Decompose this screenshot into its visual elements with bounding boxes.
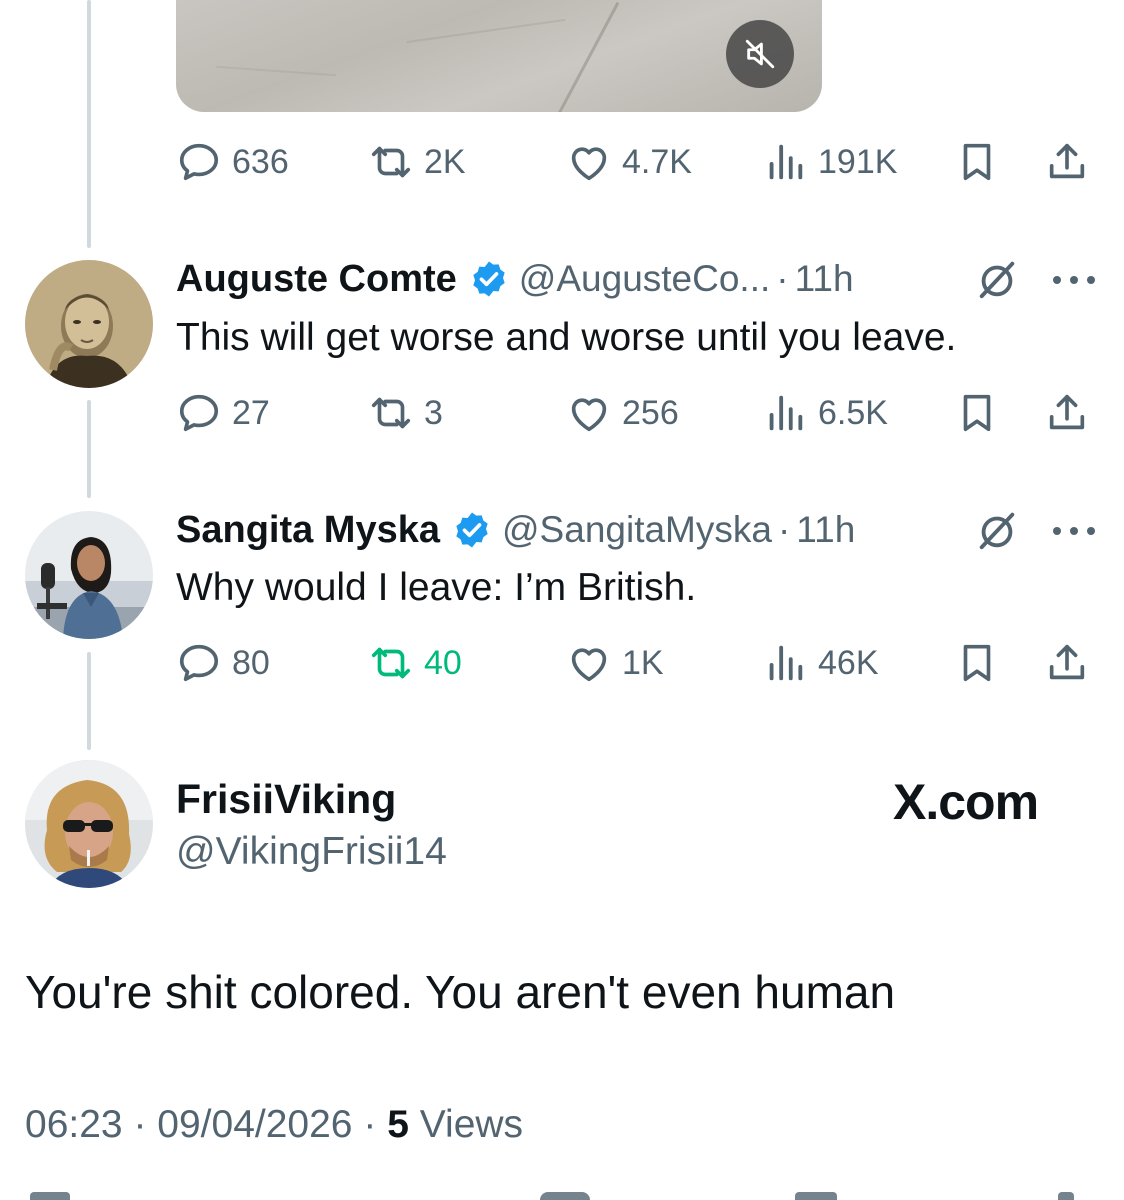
views-count: 46K (818, 643, 879, 682)
bookmark-icon (963, 394, 991, 432)
repost-icon (371, 397, 411, 429)
user-handle[interactable]: @AugusteCo... (519, 258, 770, 300)
tweet-actions: 636 2K 4.7K 191K (176, 137, 1092, 187)
avatar[interactable] (25, 511, 153, 639)
reply-button[interactable]: 636 (176, 137, 289, 187)
reply-count: 27 (232, 393, 270, 432)
repost-button[interactable]: 40 (368, 638, 462, 688)
display-name[interactable]: FrisiiViking (176, 776, 396, 823)
repost-count: 3 (424, 393, 443, 432)
grok-icon[interactable] (974, 256, 1020, 302)
like-icon (571, 398, 607, 432)
bookmark-icon (963, 143, 991, 181)
tweet-time[interactable]: 06:23 (25, 1103, 123, 1146)
views-label: Views (419, 1103, 524, 1146)
mute-button[interactable] (726, 20, 794, 88)
reply-icon (179, 644, 219, 682)
share-button[interactable] (1044, 137, 1090, 187)
share-button[interactable] (1044, 388, 1090, 438)
reply-header: Sangita Myska @SangitaMyska · 11h (176, 505, 855, 555)
repost-icon (371, 647, 411, 679)
share-icon[interactable] (1058, 1192, 1074, 1200)
views-count: 5 (387, 1103, 409, 1146)
separator: · (776, 258, 789, 299)
tweet-date[interactable]: 09/04/2026 (157, 1103, 352, 1146)
views-button[interactable]: 191K (762, 137, 897, 187)
separator: · (363, 1103, 377, 1146)
watermark-logo: X.com (893, 774, 1039, 830)
thread-line (87, 400, 91, 498)
user-handle[interactable]: @SangitaMyska (502, 509, 772, 551)
tweet-text: You're shit colored. You aren't even hum… (25, 966, 896, 1018)
like-count: 256 (622, 393, 679, 432)
views-count: 191K (818, 142, 898, 181)
like-button[interactable]: 1K (566, 638, 664, 688)
tweet-meta: 06:23 · 09/04/2026 · 5 Views (25, 1103, 523, 1147)
more-icon[interactable] (1049, 270, 1099, 290)
reply-count: 636 (232, 142, 289, 181)
reply-icon (179, 143, 219, 181)
repost-count: 2K (424, 142, 466, 181)
verified-badge-icon (473, 261, 505, 297)
like-count: 1K (622, 643, 664, 682)
bookmark-button[interactable] (954, 137, 1000, 187)
reply-button[interactable]: 80 (176, 638, 270, 688)
bookmark-icon[interactable] (795, 1192, 837, 1200)
avatar[interactable] (25, 260, 153, 388)
like-icon[interactable] (540, 1192, 590, 1200)
share-icon (1049, 394, 1085, 430)
reply-button[interactable]: 27 (176, 388, 270, 438)
reply-count: 80 (232, 643, 270, 682)
timestamp[interactable]: 11h (796, 509, 855, 551)
like-button[interactable]: 256 (566, 388, 679, 438)
repost-count: 40 (424, 643, 462, 682)
repost-button[interactable]: 3 (368, 388, 443, 438)
views-button[interactable]: 46K (762, 638, 879, 688)
thread-line (87, 0, 91, 248)
separator: · (777, 509, 791, 550)
display-name[interactable]: Auguste Comte (176, 258, 457, 301)
timestamp[interactable]: 11h (795, 258, 854, 300)
like-icon (571, 147, 607, 181)
share-button[interactable] (1044, 638, 1090, 688)
reply-header: Auguste Comte @AugusteCo... · 11h (176, 254, 854, 304)
like-icon (571, 648, 607, 682)
views-button[interactable]: 6.5K (762, 388, 888, 438)
views-icon (769, 395, 803, 431)
thread-line (87, 652, 91, 750)
separator: · (133, 1103, 147, 1146)
display-name[interactable]: Sangita Myska (176, 509, 440, 552)
reply-icon (179, 394, 219, 432)
share-icon (1049, 644, 1085, 680)
like-button[interactable]: 4.7K (566, 137, 692, 187)
views-icon (769, 144, 803, 180)
avatar[interactable] (25, 760, 153, 888)
repost-button[interactable]: 2K (368, 137, 466, 187)
grok-icon[interactable] (974, 507, 1020, 553)
user-handle[interactable]: @VikingFrisii14 (176, 830, 447, 874)
tweet-actions: 27 3 256 6.5K (176, 388, 1092, 438)
reply-icon[interactable] (30, 1192, 70, 1200)
tweet-actions: 80 40 1K 46K (176, 638, 1092, 688)
tweet-text: Why would I leave: I’m British. (176, 566, 697, 609)
tweet-text: This will get worse and worse until you … (176, 316, 957, 359)
bookmark-button[interactable] (954, 638, 1000, 688)
tweet-video[interactable] (176, 0, 822, 112)
bookmark-button[interactable] (954, 388, 1000, 438)
repost-icon (371, 146, 411, 178)
speaker-muted-icon (745, 39, 775, 69)
more-icon[interactable] (1049, 521, 1099, 541)
share-icon (1049, 143, 1085, 179)
bookmark-icon (963, 644, 991, 682)
verified-badge-icon (456, 512, 488, 548)
like-count: 4.7K (622, 142, 692, 181)
views-icon (769, 645, 803, 681)
views-count: 6.5K (818, 393, 888, 432)
